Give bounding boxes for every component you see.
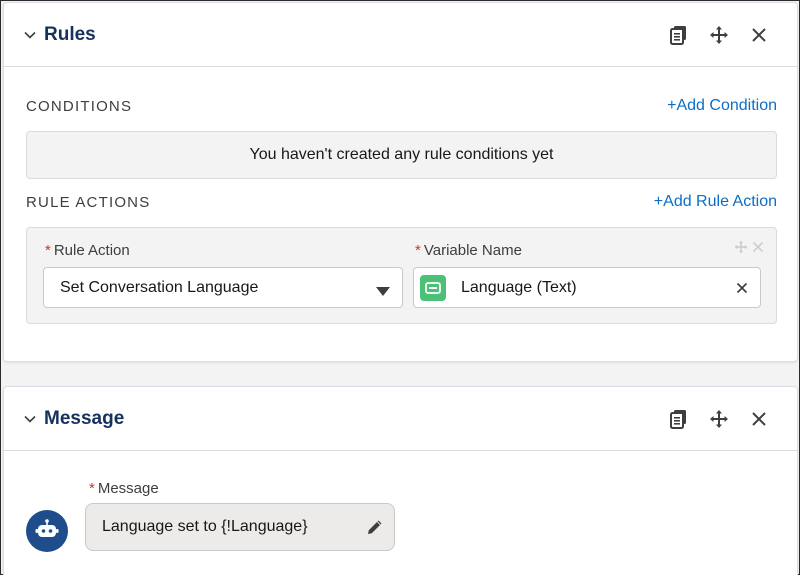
rule-action-select[interactable]: Set Conversation Language <box>43 267 403 308</box>
copy-icon[interactable] <box>659 19 699 51</box>
variable-name-field[interactable]: Language (Text) <box>413 267 761 308</box>
rules-title: Rules <box>44 23 96 45</box>
message-label: * Message <box>89 480 159 497</box>
rule-actions-row: RULE ACTIONS +Add Rule Action <box>26 193 777 211</box>
required-marker: * <box>89 480 95 497</box>
rule-action-item: * Rule Action Set Conversation Language *… <box>26 227 777 324</box>
message-text: Language set to {!Language} <box>102 518 308 535</box>
rule-action-label-text: Rule Action <box>53 242 130 259</box>
rules-card: Rules CONDITIONS +Add Condition You have… <box>3 2 798 362</box>
message-title: Message <box>44 407 125 429</box>
add-condition-link[interactable]: +Add Condition <box>667 97 777 115</box>
move-icon[interactable] <box>734 240 748 259</box>
conditions-row: CONDITIONS +Add Condition <box>26 97 777 115</box>
required-marker: * <box>415 242 421 259</box>
close-icon[interactable] <box>739 403 779 435</box>
conditions-empty-text: You haven't created any rule conditions … <box>249 146 554 163</box>
message-card: Message * Message Language set to {!Langu… <box>3 386 798 575</box>
message-card-actions <box>659 403 779 435</box>
close-icon[interactable] <box>739 19 779 51</box>
chevron-down-icon[interactable] <box>22 411 38 427</box>
rules-card-header: Rules <box>4 3 797 67</box>
move-icon[interactable] <box>699 19 739 51</box>
conditions-empty-state: You haven't created any rule conditions … <box>26 131 777 179</box>
move-icon[interactable] <box>699 403 739 435</box>
rules-card-actions <box>659 19 779 51</box>
clear-variable-icon[interactable] <box>732 278 752 298</box>
dropdown-caret-icon <box>376 283 390 301</box>
variable-icon <box>420 274 446 301</box>
edit-pencil-icon[interactable] <box>366 518 384 541</box>
rule-actions-label: RULE ACTIONS <box>26 193 151 211</box>
variable-name-value: Language (Text) <box>461 278 577 296</box>
copy-icon[interactable] <box>659 403 699 435</box>
message-bubble[interactable]: Language set to {!Language} <box>85 503 395 551</box>
bot-avatar <box>26 510 68 552</box>
required-marker: * <box>45 242 51 259</box>
variable-name-label-text: Variable Name <box>423 242 522 259</box>
message-card-header: Message <box>4 387 797 451</box>
rule-action-item-actions <box>734 240 764 259</box>
chevron-down-icon[interactable] <box>22 27 38 43</box>
rule-action-label: * Rule Action <box>45 242 130 259</box>
rule-action-selected-value: Set Conversation Language <box>60 278 259 296</box>
close-icon[interactable] <box>752 240 764 259</box>
bot-icon <box>35 518 59 545</box>
message-label-text: Message <box>97 480 159 497</box>
add-rule-action-link[interactable]: +Add Rule Action <box>654 193 777 211</box>
variable-name-label: * Variable Name <box>415 242 522 259</box>
conditions-label: CONDITIONS <box>26 97 133 115</box>
